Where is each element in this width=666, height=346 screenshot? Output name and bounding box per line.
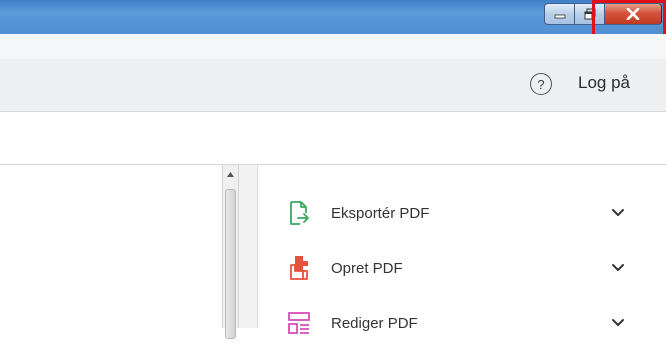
scroll-up-button[interactable] <box>223 167 238 181</box>
close-button[interactable] <box>604 3 662 25</box>
tool-label: Rediger PDF <box>331 314 418 332</box>
window-title-bar <box>0 0 666 38</box>
tool-create-pdf[interactable]: Opret PDF <box>258 245 666 291</box>
help-icon: ? <box>537 76 545 92</box>
restore-icon <box>584 8 595 20</box>
vertical-scrollbar[interactable] <box>222 165 239 339</box>
panel-divider[interactable] <box>239 165 258 328</box>
window-controls <box>544 3 662 29</box>
edit-pdf-icon <box>288 312 310 334</box>
top-toolbar: ? Log på <box>0 59 666 112</box>
restore-button[interactable] <box>574 3 604 25</box>
help-button[interactable]: ? <box>530 73 552 95</box>
minimize-button[interactable] <box>544 3 574 25</box>
tool-label: Eksportér PDF <box>331 204 430 222</box>
scroll-up-arrow-icon <box>227 171 234 177</box>
secondary-toolbar <box>0 112 666 165</box>
create-pdf-icon <box>290 256 308 280</box>
export-pdf-icon <box>290 201 309 225</box>
close-icon <box>626 8 640 20</box>
tool-label: Opret PDF <box>331 259 403 277</box>
tool-export-pdf[interactable]: Eksportér PDF <box>258 190 666 236</box>
chevron-down-icon[interactable] <box>611 263 625 273</box>
menu-bar <box>0 34 666 60</box>
minimize-icon <box>554 14 565 19</box>
sign-in-link[interactable]: Log på <box>578 73 630 93</box>
document-area <box>0 165 222 328</box>
scroll-thumb[interactable] <box>225 189 236 339</box>
chevron-down-icon[interactable] <box>611 318 625 328</box>
chevron-down-icon[interactable] <box>611 208 625 218</box>
tool-edit-pdf[interactable]: Rediger PDF <box>258 300 666 346</box>
tools-panel: Eksportér PDF Opret PDF Rediger PDF <box>258 165 666 334</box>
